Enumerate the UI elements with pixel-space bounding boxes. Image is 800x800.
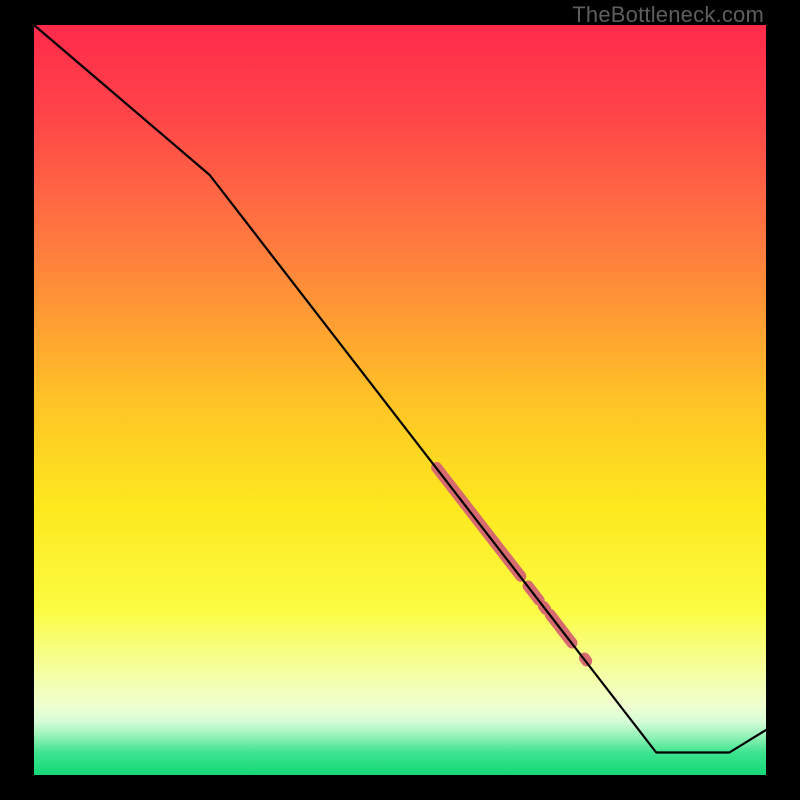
- chart-overlay: [34, 25, 766, 775]
- bottleneck-curve-line: [34, 25, 766, 753]
- chart-frame: TheBottleneck.com: [0, 0, 800, 800]
